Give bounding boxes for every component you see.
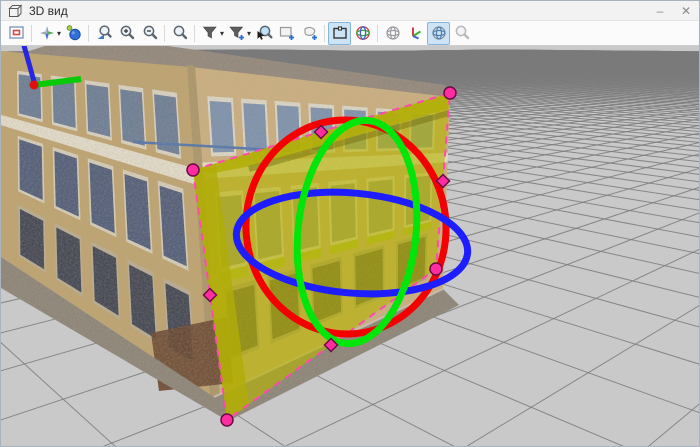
toolbar: ▾ ▾ ▾ xyxy=(1,21,699,46)
navigation-mode-dropdown-arrow[interactable]: ▾ xyxy=(57,29,61,38)
mag-minus-icon xyxy=(141,24,159,42)
rotate-object-button[interactable] xyxy=(381,22,404,45)
mag-pointer-icon xyxy=(255,24,273,42)
filter-by-selection-button[interactable] xyxy=(198,22,221,45)
window-controls: – ✕ xyxy=(647,1,699,20)
globe-colored-icon xyxy=(354,24,372,42)
window-title: 3D вид xyxy=(29,4,68,18)
filter-add-dropdown-arrow[interactable]: ▾ xyxy=(247,29,251,38)
point-cloud-display-button[interactable] xyxy=(62,22,85,45)
corner-handle[interactable] xyxy=(221,414,233,426)
pane-toggle-button[interactable] xyxy=(5,22,28,45)
freeform-selection-button[interactable] xyxy=(298,22,321,45)
3d-box-icon xyxy=(8,4,23,18)
corner-handle[interactable] xyxy=(187,164,199,176)
globe-gray-icon xyxy=(384,24,402,42)
resize-region-button[interactable] xyxy=(328,22,351,45)
rect-plus-icon xyxy=(278,24,296,42)
move-axes-button[interactable] xyxy=(404,22,427,45)
navigation-mode-button[interactable] xyxy=(35,22,58,45)
rectangle-selection-button[interactable] xyxy=(275,22,298,45)
filter-by-selection-dropdown-arrow[interactable]: ▾ xyxy=(220,29,224,38)
toolbar-separator xyxy=(377,25,378,42)
axes-icon xyxy=(407,24,425,42)
select-magnifier-button[interactable] xyxy=(252,22,275,45)
zoom-in-button[interactable] xyxy=(115,22,138,45)
mag-disabled-icon xyxy=(453,24,471,42)
3d-viewport[interactable] xyxy=(1,1,700,447)
toolbar-separator xyxy=(31,25,32,42)
zoom-region-button[interactable] xyxy=(92,22,115,45)
toolbar-separator xyxy=(324,25,325,42)
mag-plus-icon xyxy=(118,24,136,42)
corner-handle[interactable] xyxy=(430,263,442,275)
zoom-selection-disabled-button xyxy=(450,22,473,45)
rotate-region-button[interactable] xyxy=(351,22,374,45)
corner-handle[interactable] xyxy=(444,87,456,99)
filter-add-button[interactable] xyxy=(225,22,248,45)
zoom-reset-button[interactable] xyxy=(168,22,191,45)
region-box-icon xyxy=(331,24,349,42)
mag-icon xyxy=(171,24,189,42)
globe-active-icon xyxy=(430,24,448,42)
minimize-button[interactable]: – xyxy=(647,1,673,20)
panel-icon xyxy=(8,24,26,42)
mag-region-icon xyxy=(95,24,113,42)
toolbar-separator xyxy=(88,25,89,42)
funnel-plus-icon xyxy=(228,24,246,42)
pointcloud-icon xyxy=(65,24,83,42)
axis-origin-dot xyxy=(30,81,39,90)
funnel-icon xyxy=(201,24,219,42)
lasso-plus-icon xyxy=(301,24,319,42)
compass-icon xyxy=(38,24,56,42)
toolbar-separator xyxy=(164,25,165,42)
zoom-out-button[interactable] xyxy=(138,22,161,45)
close-button[interactable]: ✕ xyxy=(673,1,699,20)
toolbar-separator xyxy=(194,25,195,42)
title-bar: 3D вид – ✕ xyxy=(1,1,699,21)
3d-view-window: 3D вид – ✕ ▾ ▾ ▾ xyxy=(0,0,700,447)
sphere-gizmo-button[interactable] xyxy=(427,22,450,45)
